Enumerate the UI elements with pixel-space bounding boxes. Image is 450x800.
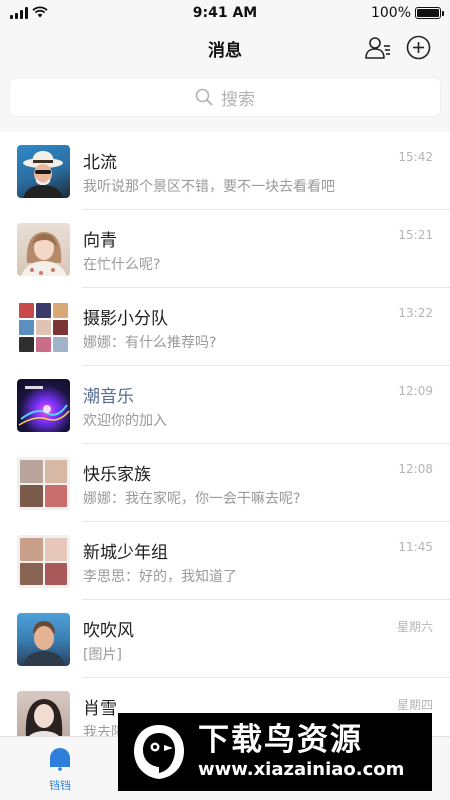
chat-preview: 在忙什么呢?	[83, 257, 161, 273]
search-icon	[195, 88, 213, 106]
chat-time: 13:22	[398, 306, 433, 320]
add-circle-icon[interactable]	[406, 35, 431, 60]
search-input[interactable]: 搜索	[9, 77, 441, 117]
chat-time: 15:21	[398, 228, 433, 242]
chat-time: 星期四	[396, 698, 433, 712]
chat-time: 11:45	[398, 540, 433, 554]
chat-preview: 娜娜：有什么推荐吗?	[83, 335, 217, 351]
chat-name: 潮音乐	[83, 387, 134, 407]
bird-logo-icon	[134, 725, 184, 779]
status-bar: 9:41 AM 100%	[0, 0, 450, 26]
bell-icon	[50, 748, 70, 771]
watermark-title: 下载鸟资源	[198, 722, 363, 758]
chat-row-xiangqing[interactable]: 向青 在忙什么呢? 15:21	[0, 210, 450, 288]
group-avatar[interactable]	[17, 457, 70, 510]
chat-row-xincheng[interactable]: 新城少年组 李思思：好的，我知道了 11:45	[0, 522, 450, 600]
group-avatar[interactable]	[17, 535, 70, 588]
chat-name: 向青	[83, 231, 117, 251]
chat-time: 12:08	[398, 462, 433, 476]
chat-preview: 娜娜：我在家呢，你一会干嘛去呢?	[83, 491, 301, 507]
battery-percentage: 100%	[370, 5, 411, 21]
contacts-icon[interactable]	[364, 34, 392, 62]
chat-name: 摄影小分队	[83, 309, 168, 329]
avatar[interactable]	[17, 613, 70, 666]
avatar[interactable]	[17, 145, 70, 198]
search-area: 搜索	[0, 70, 450, 132]
avatar[interactable]	[17, 223, 70, 276]
chat-name: 快乐家族	[83, 465, 151, 485]
chat-name: 新城少年组	[83, 543, 168, 563]
chat-preview: 我听说那个景区不错，要不一块去看看吧	[83, 179, 335, 195]
avatar[interactable]	[17, 691, 70, 740]
chat-list: 北流 我听说那个景区不错，要不一块去看看吧 15:42 向青 在忙什么呢? 15…	[0, 132, 450, 740]
chat-preview: 欢迎你的加入	[83, 413, 167, 429]
chat-time: 星期六	[396, 620, 433, 634]
chat-name: 吹吹风	[83, 621, 134, 641]
tab-label: 铛铛	[49, 779, 71, 792]
chat-row-sheying[interactable]: 摄影小分队 娜娜：有什么推荐吗? 13:22	[0, 288, 450, 366]
chat-name: 肖雪	[83, 699, 117, 719]
chat-preview: [图片]	[83, 647, 122, 663]
avatar[interactable]	[17, 379, 70, 432]
watermark-url: www.xiazainiao.com	[198, 759, 405, 780]
watermark-text: 下载鸟资源 www.xiazainiao.com	[198, 722, 404, 782]
chat-row-kuaile[interactable]: 快乐家族 娜娜：我在家呢，你一会干嘛去呢? 12:08	[0, 444, 450, 522]
battery-icon	[415, 7, 444, 19]
chat-preview: 李思思：好的，我知道了	[83, 569, 237, 585]
navigation-bar: 消息	[0, 26, 450, 70]
chat-time: 15:42	[398, 150, 433, 164]
chat-time: 12:09	[398, 384, 433, 398]
watermark-banner: 下载鸟资源 www.xiazainiao.com	[118, 713, 432, 791]
chat-name: 北流	[83, 153, 117, 173]
chat-row-beiliu[interactable]: 北流 我听说那个景区不错，要不一块去看看吧 15:42	[0, 132, 450, 210]
group-avatar[interactable]	[17, 301, 70, 354]
search-placeholder: 搜索	[221, 89, 255, 110]
chat-row-chuichuifeng[interactable]: 吹吹风 [图片] 星期六	[0, 600, 450, 678]
chat-row-chaoyinyue[interactable]: 潮音乐 欢迎你的加入 12:09	[0, 366, 450, 444]
tab-dangdang[interactable]: 铛铛	[30, 741, 90, 797]
